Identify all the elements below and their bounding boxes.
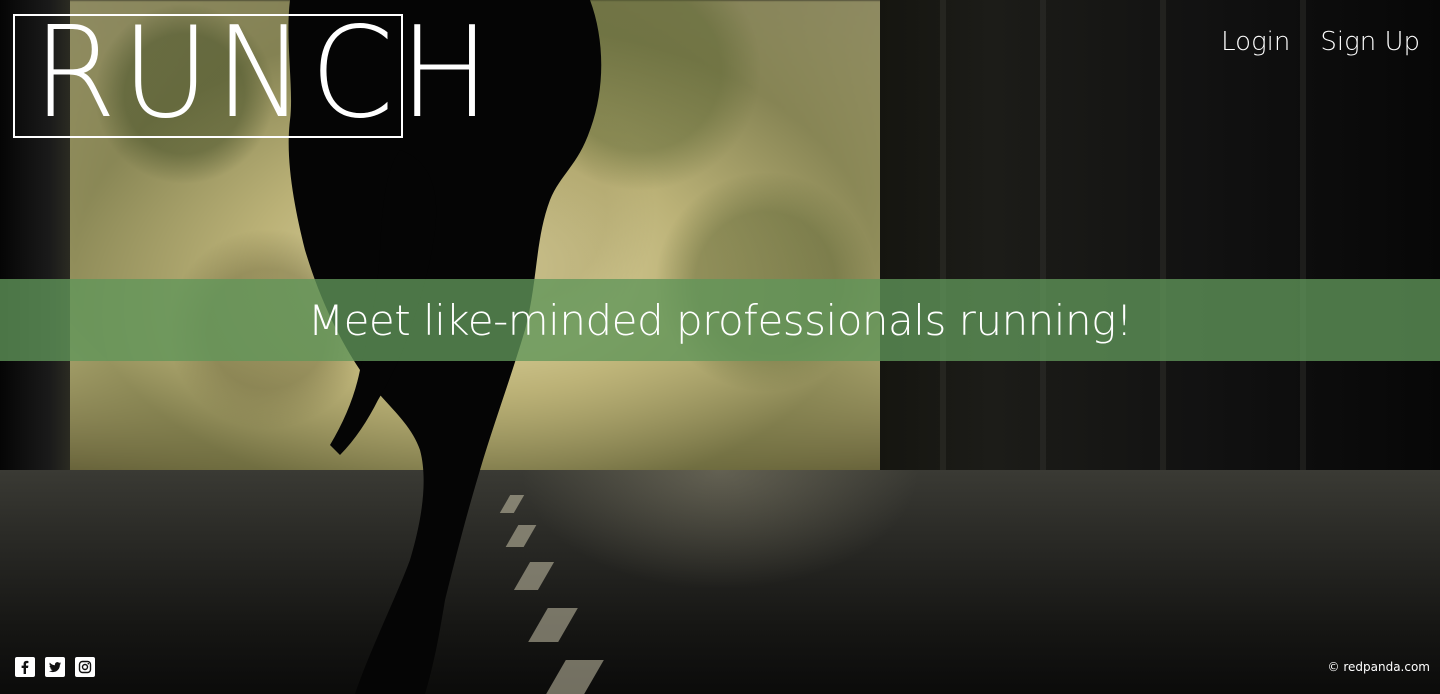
copyright-text: © redpanda.com: [1327, 660, 1430, 674]
instagram-icon[interactable]: [75, 657, 95, 677]
tagline-band: Meet like-minded professionals running!: [0, 279, 1440, 361]
facebook-icon[interactable]: [15, 657, 35, 677]
brand-logo[interactable]: RUNCH: [13, 10, 490, 138]
social-links: [15, 657, 95, 677]
login-link[interactable]: Login: [1221, 26, 1290, 58]
hero-tagline: Meet like-minded professionals running!: [307, 295, 1133, 345]
logo-text: RUNCH: [33, 0, 496, 146]
twitter-icon[interactable]: [45, 657, 65, 677]
top-nav: Login Sign Up: [1221, 26, 1420, 58]
signup-link[interactable]: Sign Up: [1320, 26, 1420, 58]
